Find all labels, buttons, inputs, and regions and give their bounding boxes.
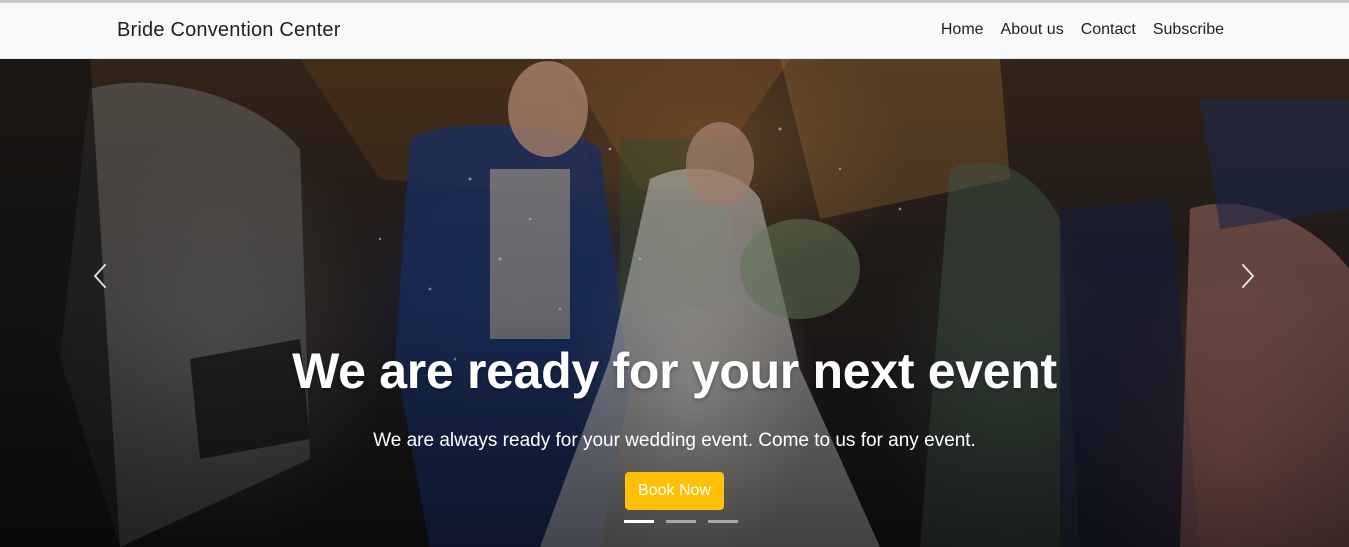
- nav-links: Home About us Contact Subscribe: [941, 21, 1224, 39]
- nav-link-about-us[interactable]: About us: [1001, 21, 1064, 39]
- carousel-indicator-1[interactable]: [624, 520, 654, 523]
- hero-carousel: We are ready for your next event We are …: [0, 59, 1349, 547]
- hero-subtitle: We are always ready for your wedding eve…: [373, 430, 976, 451]
- nav-link-subscribe[interactable]: Subscribe: [1153, 21, 1224, 39]
- carousel-indicator-3[interactable]: [708, 520, 738, 523]
- carousel-indicator-2[interactable]: [666, 520, 696, 523]
- nav-link-contact[interactable]: Contact: [1081, 21, 1136, 39]
- book-now-button[interactable]: Book Now: [625, 472, 724, 510]
- carousel-indicators: [624, 520, 738, 523]
- nav-link-home[interactable]: Home: [941, 21, 984, 39]
- carousel-caption: We are ready for your next event We are …: [0, 59, 1349, 547]
- brand-logo-text[interactable]: Bride Convention Center: [117, 19, 341, 42]
- navbar: Bride Convention Center Home About us Co…: [0, 3, 1349, 59]
- hero-title: We are ready for your next event: [292, 343, 1057, 399]
